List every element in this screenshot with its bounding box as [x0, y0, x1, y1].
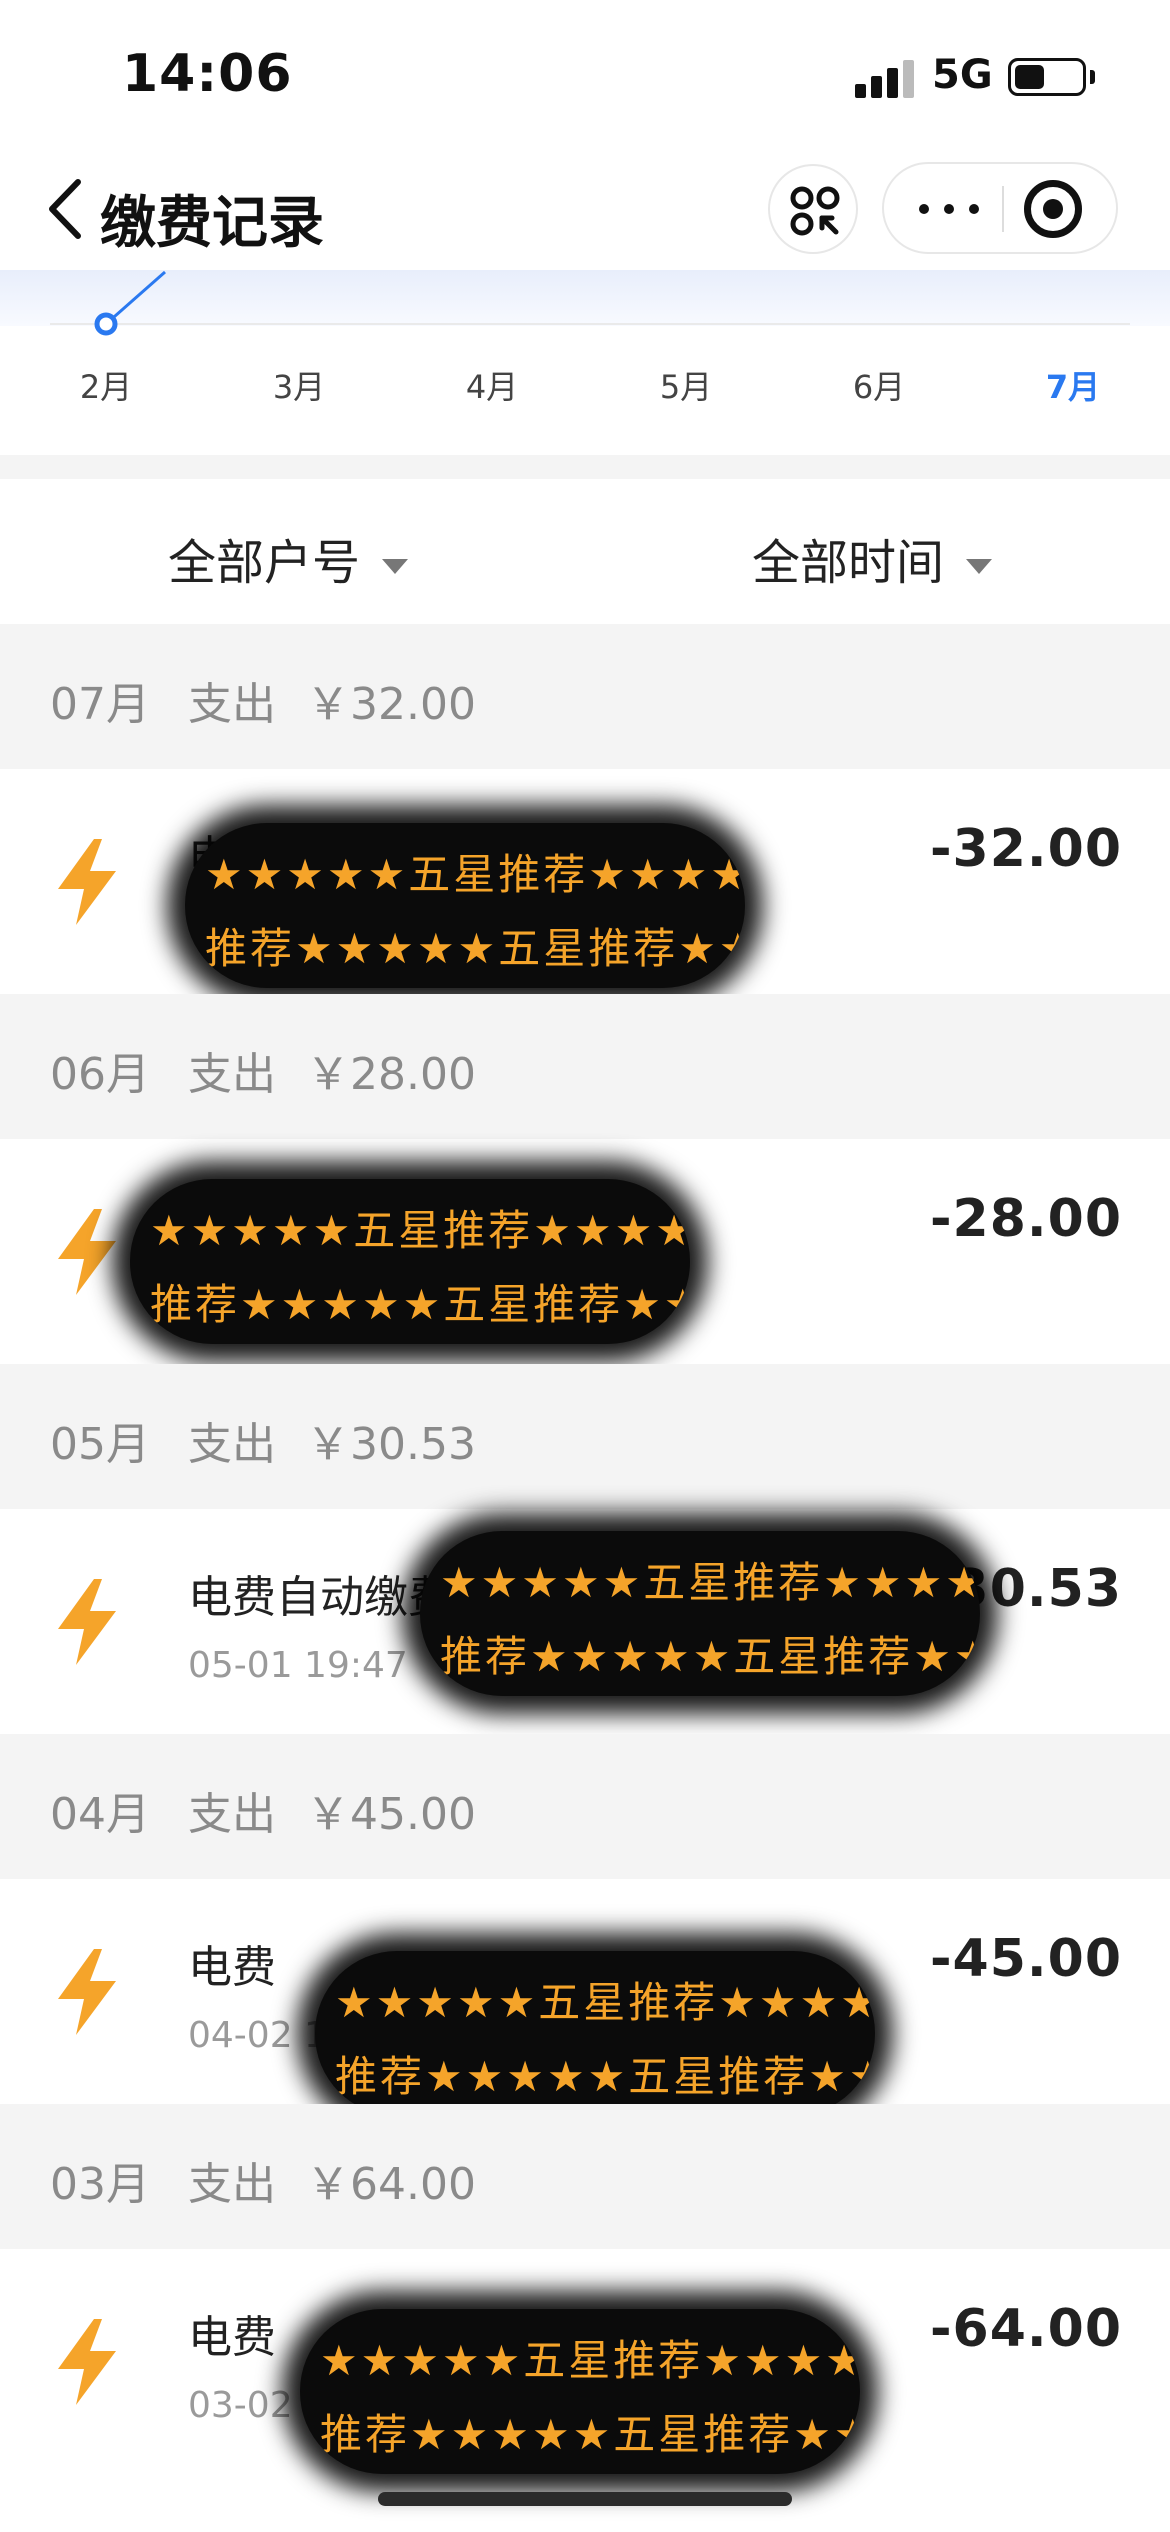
- group-month: 05月: [50, 1419, 150, 1470]
- redaction-sticker: ★★★★★五星推荐★★★★★五星推荐推荐★★★★★五星推荐★★★★★五星: [420, 1531, 980, 1696]
- month-label[interactable]: 3月: [249, 362, 349, 408]
- payment-record[interactable]: 电费 03-02 -64.00 ★★★★★五星推荐★★★★★五星推荐推荐★★★★★五星…: [0, 2249, 1170, 2474]
- account-filter[interactable]: 全部户号: [168, 523, 409, 593]
- redaction-sticker: ★★★★★五星推荐★★★★★五星推荐推荐★★★★★五星推荐★★★★★五星: [315, 1951, 875, 2116]
- chart-canvas: [0, 270, 1170, 336]
- sticker-text: 推荐★★★★★五星推荐★★★★★五星: [150, 1280, 690, 1329]
- lightning-icon: [58, 1949, 116, 2035]
- redaction-sticker: ★★★★★五星推荐★★★★★五星推荐推荐★★★★★五星推荐★★★★★五星: [130, 1179, 690, 1344]
- chart-area: [0, 270, 1170, 326]
- record-amount: -28.00: [929, 1189, 1122, 1249]
- redaction-sticker: ★★★★★五星推荐★★★★★五星推荐推荐★★★★★五星推荐★★★★★五星: [300, 2309, 860, 2474]
- record-list: 07月支出￥32.00电费07-32.00★★★★★五星推荐★★★★★五星推荐推…: [0, 624, 1170, 2474]
- sticker-text: ★★★★★五星推荐★★★★★五星推荐: [150, 1206, 690, 1255]
- time-filter-label: 全部时间: [752, 535, 945, 591]
- group-label: 支出: [188, 1789, 276, 1840]
- group-total: ￥64.00: [306, 2159, 476, 2210]
- account-filter-label: 全部户号: [168, 535, 361, 591]
- record-amount: -45.00: [929, 1929, 1122, 1989]
- monthly-chart: 2月 3月 4月 5月 6月 7月: [0, 270, 1170, 455]
- filter-bar: 全部户号 全部时间: [0, 479, 1170, 624]
- caret-down-icon: [966, 558, 993, 574]
- record-time: 04-02 1: [188, 2015, 327, 2056]
- group-label: 支出: [188, 1049, 276, 1100]
- sticker-text: ★★★★★五星推荐★★★★★五星推荐: [205, 850, 745, 899]
- group-total: ￥45.00: [306, 1789, 476, 1840]
- group-month: 07月: [50, 679, 150, 730]
- group-month: 06月: [50, 1049, 150, 1100]
- signal-icon: [855, 58, 915, 98]
- record-title: 电费: [188, 1942, 276, 1993]
- more-dots-icon[interactable]: [904, 164, 994, 252]
- group-label: 支出: [188, 679, 276, 730]
- redaction-sticker: ★★★★★五星推荐★★★★★五星推荐推荐★★★★★五星推荐★★★★★五星: [185, 823, 745, 988]
- sticker-text: ★★★★★五星推荐★★★★★五星推荐: [320, 2336, 860, 2385]
- month-label[interactable]: 7月: [1023, 362, 1123, 408]
- page-title: 缴费记录: [100, 191, 324, 256]
- sticker-text: 推荐★★★★★五星推荐★★★★★五星: [320, 2410, 860, 2459]
- month-group-header: 06月 支出 ￥28.00: [0, 994, 1170, 1139]
- caret-down-icon: [382, 558, 409, 574]
- battery-icon: [1008, 58, 1086, 96]
- record-title: 电费: [188, 2312, 276, 2363]
- group-total: ￥28.00: [306, 1049, 476, 1100]
- record-amount: -64.00: [929, 2299, 1122, 2359]
- sticker-text: ★★★★★五星推荐★★★★★五星推荐: [335, 1978, 875, 2027]
- capsule-divider: [1002, 186, 1004, 232]
- lightning-icon: [58, 2319, 116, 2405]
- mini-program-capsule: [882, 162, 1118, 254]
- month-axis: 2月 3月 4月 5月 6月 7月: [0, 362, 1170, 412]
- home-indicator: [378, 2492, 792, 2506]
- status-bar: 14:06 5G: [0, 0, 1170, 150]
- month-group-header: 04月 支出 ￥45.00: [0, 1734, 1170, 1879]
- record-time: 03-02: [188, 2385, 293, 2426]
- sticker-text: 推荐★★★★★五星推荐★★★★★五星: [440, 1632, 980, 1681]
- record-amount: -32.00: [929, 819, 1122, 879]
- month-label[interactable]: 4月: [442, 362, 542, 408]
- group-total: ￥30.53: [306, 1419, 476, 1470]
- group-total: ￥32.00: [306, 679, 476, 730]
- time-filter[interactable]: 全部时间: [752, 523, 993, 593]
- group-month: 03月: [50, 2159, 150, 2210]
- lightning-icon: [58, 839, 116, 925]
- payment-record[interactable]: 电费 04-02 1 -45.00 ★★★★★五星推荐★★★★★五星推荐推荐★★★★★…: [0, 1879, 1170, 2116]
- nav-bar: 缴费记录: [0, 150, 1170, 270]
- record-time: 05-01 19:47: [188, 1645, 408, 1686]
- month-group-header: 05月 支出 ￥30.53: [0, 1364, 1170, 1509]
- scan-button[interactable]: [768, 164, 858, 254]
- group-month: 04月: [50, 1789, 150, 1840]
- payment-record[interactable]: 电费-28.00★★★★★五星推荐★★★★★五星推荐推荐★★★★★五星推荐★★★…: [0, 1139, 1170, 1364]
- lightning-icon: [58, 1579, 116, 1665]
- sticker-text: 推荐★★★★★五星推荐★★★★★五星: [335, 2052, 875, 2101]
- status-time: 14:06: [122, 44, 293, 104]
- month-label[interactable]: 6月: [829, 362, 929, 408]
- month-group-header: 03月 支出 ￥64.00: [0, 2104, 1170, 2249]
- network-label: 5G: [932, 52, 993, 98]
- payment-record[interactable]: 电费自动缴费05-01 19:47-30.53★★★★★五星推荐★★★★★五星推…: [0, 1509, 1170, 1734]
- lightning-icon: [58, 1209, 116, 1295]
- chart-point-feb[interactable]: [94, 312, 118, 336]
- group-label: 支出: [188, 2159, 276, 2210]
- sticker-text: 推荐★★★★★五星推荐★★★★★五星: [205, 924, 745, 973]
- section-divider: [0, 455, 1170, 479]
- scan-icon: [790, 186, 840, 236]
- back-icon[interactable]: [44, 174, 94, 244]
- group-label: 支出: [188, 1419, 276, 1470]
- record-title: 电费自动缴费: [188, 1572, 452, 1623]
- month-label[interactable]: 5月: [636, 362, 736, 408]
- battery-tip: [1090, 70, 1095, 84]
- payment-record[interactable]: 电费07-32.00★★★★★五星推荐★★★★★五星推荐推荐★★★★★五星推荐★…: [0, 769, 1170, 994]
- month-group-header: 07月 支出 ￥32.00: [0, 624, 1170, 769]
- month-label[interactable]: 2月: [56, 362, 156, 408]
- close-target-icon[interactable]: [1024, 180, 1082, 238]
- sticker-text: ★★★★★五星推荐★★★★★五星推荐: [440, 1558, 980, 1607]
